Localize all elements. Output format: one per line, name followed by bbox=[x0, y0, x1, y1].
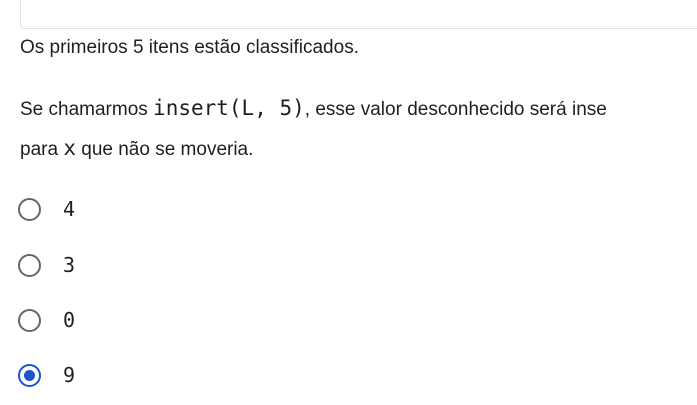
question-suffix: , esse valor desconhecido será inse bbox=[304, 99, 607, 120]
question-line2-suffix: que não se moveria. bbox=[75, 139, 254, 160]
option-0[interactable]: 0 bbox=[18, 305, 75, 335]
option-label: 4 bbox=[63, 197, 76, 221]
option-4[interactable]: 4 bbox=[18, 194, 75, 224]
question-line-1: Se chamarmos insert(L, 5), esse valor de… bbox=[20, 96, 607, 122]
question-call-code: insert(L, 5) bbox=[153, 96, 305, 120]
option-3[interactable]: 3 bbox=[18, 250, 75, 280]
code-block bbox=[20, 0, 697, 29]
question-prefix: Se chamarmos bbox=[20, 99, 154, 120]
radio-button[interactable] bbox=[18, 253, 41, 277]
radio-dot-icon bbox=[24, 369, 35, 381]
question-line-2: para x que não se moveria. bbox=[20, 136, 253, 162]
option-9[interactable]: 9 bbox=[18, 360, 75, 390]
option-label: 9 bbox=[63, 363, 76, 387]
radio-button[interactable] bbox=[18, 308, 41, 332]
radio-button-selected[interactable] bbox=[18, 363, 41, 387]
option-label: 3 bbox=[63, 253, 76, 277]
question-var-code: x bbox=[63, 136, 76, 160]
question-line2-prefix: para bbox=[20, 139, 64, 160]
sorted-note: Os primeiros 5 itens estão classificados… bbox=[20, 37, 359, 58]
option-label: 0 bbox=[63, 308, 76, 332]
radio-button[interactable] bbox=[18, 197, 41, 221]
